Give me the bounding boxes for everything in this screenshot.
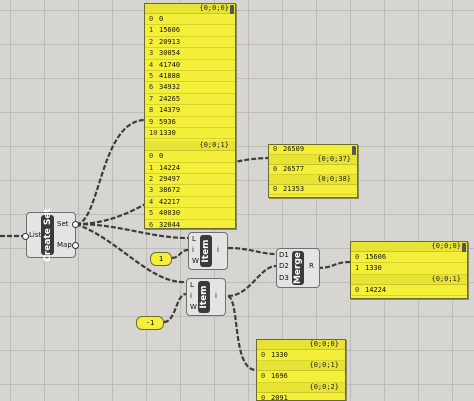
panel-scrollbar[interactable] [230,5,234,14]
input-w-label: W [192,257,199,265]
input-l-label: L [192,235,196,243]
input-i-label: i [190,292,192,300]
panel-row: 3 38672 [145,185,235,197]
panel-row: 0 2091 [257,393,345,400]
item-panel-b[interactable]: 0 26509 {0;0;37} 0 26577 {0;0;38} 0 21353 [268,144,358,198]
panel-row: 6 32044 [145,220,235,228]
list-item-component-2[interactable]: L i W Item i [186,278,226,316]
panel-row: 5 41888 [145,71,235,83]
panel-row: 00 [145,14,235,26]
component-title-bar: Create Set [41,208,54,262]
panel-branch-header-0: {0;0;0} [351,242,467,252]
number-slider-1[interactable]: 1 [150,252,172,266]
panel-scrollbar[interactable] [352,146,356,155]
panel-branch-header-1: {0;0;1} [257,361,345,372]
panel-scrollbar[interactable] [462,243,466,252]
merge-component[interactable]: D1 D2 D3 Merge R [276,248,320,288]
panel-branch-header: {0;0;38} [269,175,357,185]
component-title-bar: Item [198,281,210,313]
panel-row: 4 42217 [145,197,235,209]
panel-row: 6 34932 [145,82,235,94]
panel-row: 11696 [351,296,467,298]
wires-layer [0,118,351,372]
panel-row: 3 30054 [145,48,235,60]
create-set-component[interactable]: List Create Set Set Map [26,208,76,262]
input-grip[interactable] [22,233,29,240]
panel-row: 0 15606 [351,252,467,264]
panel-branch-header-0: {0;0;0} [257,340,345,350]
wire-item1-to-merge [227,246,277,256]
panel-row: 9 5936 [145,117,235,128]
panel-row: 00 [145,151,235,163]
panel-row: 4 41740 [145,60,235,71]
output-i-label: i [217,246,219,254]
wire-set-to-panel [75,118,145,226]
panel-row: 0 1696 [257,371,345,383]
panel-branch-header-1: {0;0;1} [351,274,467,285]
number-slider-minus1[interactable]: -1 [136,316,164,330]
output-set-label: Set [57,220,69,228]
panel-branch-header-2: {0;0;2} [257,382,345,393]
panel-row: 1 14224 [145,163,235,175]
output-grip-set[interactable] [72,221,79,228]
wire-slider-b-to-item2 [163,292,187,324]
wire-slider-a-to-item1 [171,248,189,260]
wire-item2-to-panel-d [227,294,257,372]
panel-row: 5 40030 [145,208,235,220]
panel-row: 0 14224 [351,285,467,297]
panel-branch-header: {0;0;37} [269,155,357,165]
item-panel-d[interactable]: {0;0;0} 0 1330 {0;0;1} 0 1696 {0;0;2} 0 209… [256,339,346,401]
output-map-label: Map [57,241,72,249]
list-item-component-1[interactable]: L i W Item i [188,232,228,270]
panel-row: 8 14379 [145,105,235,117]
input-d2-label: D2 [279,262,289,270]
panel-row: 1 1330 [351,263,467,275]
input-i-label: i [192,246,194,254]
input-w-label: W [190,303,197,311]
output-r-label: R [309,262,314,270]
panel-branch-header-0: {0;0;0} [145,4,235,14]
input-d3-label: D3 [279,274,289,282]
panel-row: 2 20913 [145,37,235,49]
component-title-bar: Item [200,235,212,267]
component-title-bar: Merge [292,251,304,285]
set-output-panel[interactable]: {0;0;0} 0 0 1 15606 2 20913 3 30054 4 41740 5 41888… [144,3,236,229]
output-i-label: i [215,292,217,300]
wire-item2-to-merge [227,264,277,298]
input-d1-label: D1 [279,251,289,259]
panel-row: 1 15606 [145,25,235,37]
output-grip-map[interactable] [72,242,79,249]
merge-output-panel[interactable]: {0;0;0} 015606 11330 {0;0;1} 014224 1169… [350,241,468,299]
input-list-label: List [29,231,42,239]
wire-merge-to-panel [317,260,351,270]
panel-row: 0 26509 [269,145,357,155]
panel-row: 7 24265 [145,94,235,106]
panel-row: 2 29497 [145,174,235,186]
panel-row: 0 26577 [269,165,357,175]
panel-row: 0 21353 [269,185,357,195]
panel-branch-header-1: {0;0;1} [145,141,235,152]
panel-row: 0 1330 [257,350,345,362]
panel-row: 10 1330 [145,128,235,140]
input-l-label: L [190,281,194,289]
